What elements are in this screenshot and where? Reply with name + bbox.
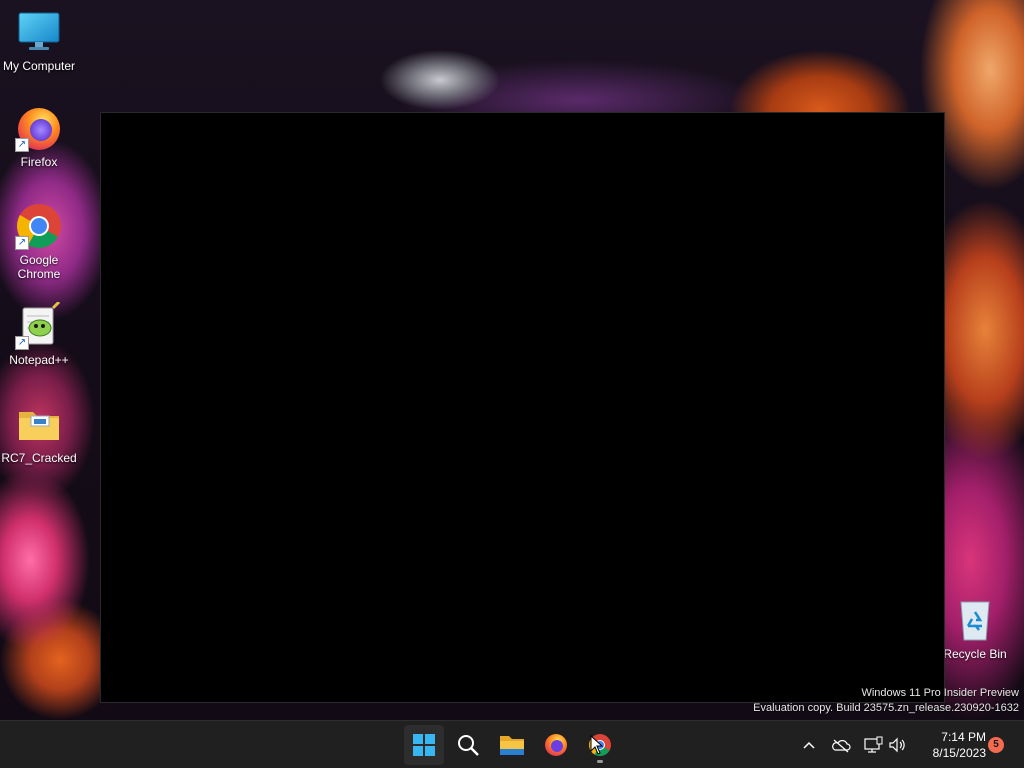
desktop-icon-google-chrome[interactable]: ↗ Google Chrome: [0, 202, 79, 281]
clock-date: 8/15/2023: [932, 746, 986, 760]
watermark-build: Evaluation copy. Build 23575.zn_release.…: [753, 702, 1019, 714]
shortcut-arrow-icon: ↗: [15, 138, 29, 152]
chevron-up-icon: [803, 741, 815, 749]
desktop-icon-my-computer[interactable]: My Computer: [0, 8, 79, 73]
desktop-icon-notepadpp[interactable]: ↗ Notepad++: [0, 300, 79, 367]
taskbar-file-explorer[interactable]: [492, 725, 532, 765]
windows-start-icon: [413, 734, 435, 756]
taskbar: 7:14 PM 8/15/2023 5: [0, 720, 1024, 768]
onedrive-offline-icon: [832, 739, 851, 753]
desktop-icon-firefox[interactable]: ↗ Firefox: [0, 104, 79, 169]
chrome-icon: ↗: [15, 202, 63, 250]
search-icon: [458, 735, 479, 756]
desktop-icon-label: RC7_Cracked: [1, 451, 77, 465]
shortcut-arrow-icon: ↗: [15, 336, 29, 350]
mouse-cursor-icon: [590, 735, 604, 755]
desktop-icon-label: My Computer: [2, 59, 76, 73]
monitor-icon: [15, 8, 63, 56]
start-button[interactable]: [404, 725, 444, 765]
onedrive-status-button[interactable]: [830, 733, 852, 757]
desktop-icon-label: Google Chrome: [17, 253, 61, 281]
shortcut-arrow-icon: ↗: [15, 236, 29, 250]
clock-time: 7:14 PM: [941, 730, 986, 744]
desktop-icon-label: Notepad++: [9, 353, 69, 367]
notification-center-badge[interactable]: 5: [988, 737, 1004, 753]
file-explorer-icon: [500, 736, 524, 755]
desktop-icon-recycle-bin[interactable]: Recycle Bin: [935, 596, 1015, 661]
search-button[interactable]: [448, 725, 488, 765]
notepadpp-icon: ↗: [15, 300, 63, 350]
desktop: My Computer ↗ Firefox ↗ Google Chrome ↗ …: [0, 0, 1024, 720]
recycle-bin-icon: [951, 596, 999, 644]
firefox-icon: ↗: [15, 104, 63, 152]
folder-icon: [15, 400, 63, 448]
network-button[interactable]: [862, 733, 884, 757]
watermark-edition: Windows 11 Pro Insider Preview: [861, 687, 1019, 699]
taskbar-firefox[interactable]: [536, 725, 576, 765]
desktop-icon-rc7-cracked[interactable]: RC7_Cracked: [0, 400, 79, 465]
running-indicator: [597, 760, 603, 763]
network-icon: [864, 736, 883, 753]
volume-button[interactable]: [886, 733, 908, 757]
desktop-icon-label: Recycle Bin: [943, 647, 1007, 661]
firefox-icon: [545, 734, 567, 756]
desktop-icon-label: Firefox: [20, 155, 58, 169]
app-window-blank[interactable]: [100, 112, 945, 703]
evaluation-watermark: Windows 11 Pro Insider Preview Evaluatio…: [753, 686, 1019, 716]
taskbar-clock[interactable]: 7:14 PM 8/15/2023: [912, 729, 986, 761]
show-hidden-icons-button[interactable]: [798, 733, 820, 757]
volume-icon: [889, 737, 905, 753]
